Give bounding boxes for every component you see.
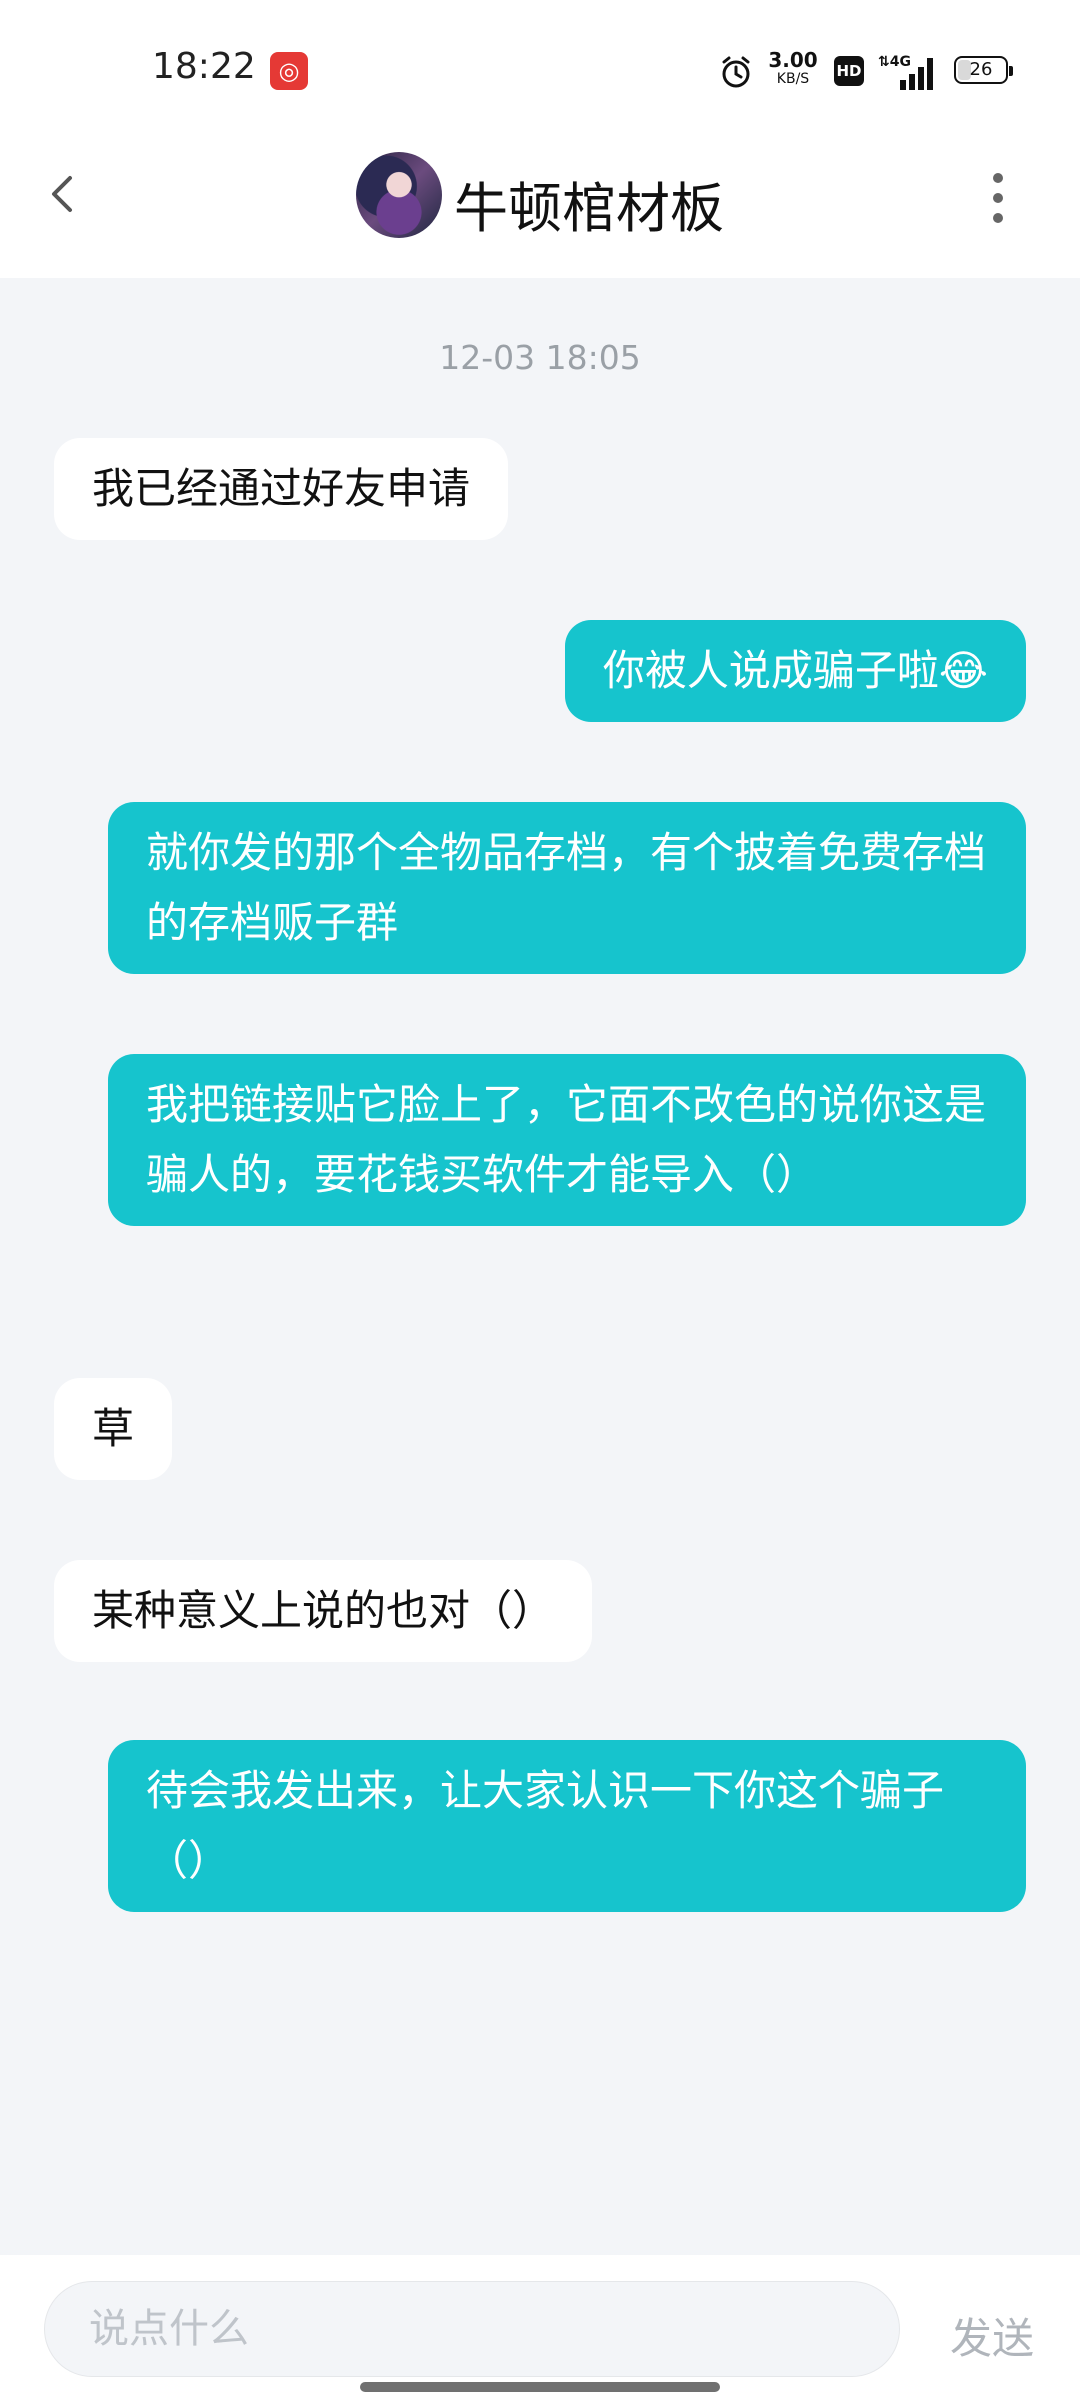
message-bubble-received[interactable]: 草 xyxy=(54,1378,173,1480)
status-time: 18:22 xyxy=(152,46,256,87)
hd-icon: HD xyxy=(834,56,864,86)
status-bar: 18:22 ◎ 3.00 KB/S HD ⇅4G 26 xyxy=(0,0,1080,140)
chat-title: 牛顿棺材板 xyxy=(454,177,724,240)
message-bubble-sent[interactable]: 就你发的那个全物品存档，有个披着免费存档的存档贩子群 xyxy=(108,802,1026,974)
more-vertical-icon[interactable] xyxy=(986,168,1010,228)
network-speed-value: 3.00 xyxy=(768,48,818,72)
message-bubble-sent[interactable]: 待会我发出来，让大家认识一下你这个骗子（） xyxy=(108,1740,1026,1912)
send-button[interactable]: 发送 xyxy=(950,2305,1034,2366)
chevron-left-icon[interactable] xyxy=(40,170,88,218)
message-bubble-received[interactable]: 某种意义上说的也对（） xyxy=(54,1560,593,1662)
battery-icon: 26 xyxy=(954,56,1013,84)
chat-header: 牛顿棺材板 xyxy=(0,140,1080,278)
avatar[interactable] xyxy=(356,152,442,238)
alarm-icon xyxy=(722,56,750,88)
network-speed-unit: KB/S xyxy=(776,71,810,87)
message-bubble-sent[interactable]: 你被人说成骗子啦😂 xyxy=(564,620,1026,722)
battery-level: 26 xyxy=(969,59,993,80)
input-bar: 说点什么 发送 xyxy=(0,2255,1080,2400)
message-bubble-sent[interactable]: 我把链接贴它脸上了，它面不改色的说你这是骗人的，要花钱买软件才能导入（） xyxy=(108,1054,1026,1226)
home-indicator[interactable] xyxy=(360,2382,720,2392)
message-input[interactable]: 说点什么 xyxy=(44,2281,900,2377)
message-timestamp: 12-03 18:05 xyxy=(439,338,641,377)
message-list[interactable]: 12-03 18:05 我已经通过好友申请 你被人说成骗子啦😂 就你发的那个全物… xyxy=(0,278,1080,2255)
message-bubble-received[interactable]: 我已经通过好友申请 xyxy=(54,438,509,540)
svg-text:⇅4G: ⇅4G xyxy=(878,54,911,70)
network-speed: 3.00 KB/S xyxy=(768,50,818,86)
signal-4g-icon: ⇅4G xyxy=(878,54,933,90)
netease-music-icon: ◎ xyxy=(270,52,308,90)
